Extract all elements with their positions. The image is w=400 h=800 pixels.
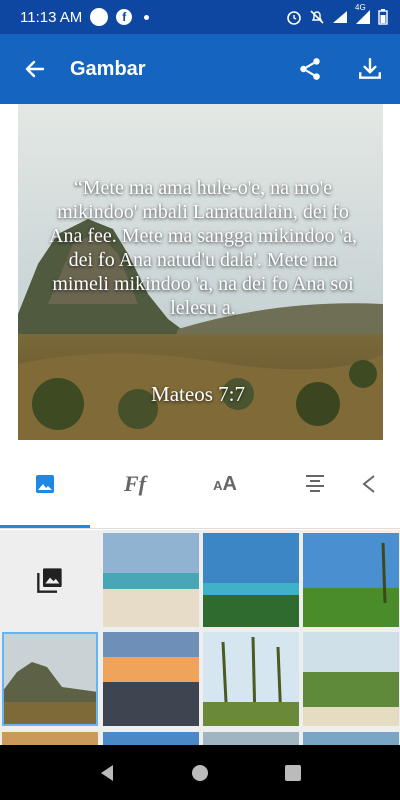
editor-tabs: Ff AA <box>0 441 400 529</box>
battery-icon <box>378 9 388 25</box>
dot-icon <box>144 14 150 20</box>
share-icon <box>300 58 320 80</box>
wifi-icon <box>333 11 347 23</box>
more-tab[interactable] <box>360 441 400 527</box>
nav-recents-icon[interactable] <box>283 763 303 783</box>
align-center-icon <box>306 475 324 492</box>
gallery-thumbnail[interactable] <box>103 533 199 627</box>
gallery-thumbnail[interactable] <box>303 632 399 726</box>
image-icon <box>36 475 54 493</box>
active-tab-indicator <box>0 525 90 528</box>
gallery-thumbnail-selected[interactable] <box>2 632 98 726</box>
align-tab[interactable] <box>270 441 360 527</box>
system-navigation-bar <box>0 745 400 800</box>
font-style-icon: Ff <box>124 471 146 496</box>
tag-icon <box>362 475 375 493</box>
status-time: 11:13 AM <box>20 8 83 26</box>
nav-back-icon[interactable] <box>97 763 117 783</box>
pick-from-gallery-button[interactable] <box>2 533 98 627</box>
gallery-thumbnail[interactable] <box>303 732 399 745</box>
verse-reference: Mateos 7:7 <box>151 382 245 406</box>
font-tab[interactable]: Ff <box>90 441 180 527</box>
gallery-thumbnail[interactable] <box>103 632 199 726</box>
circle-notification-icon <box>90 8 109 26</box>
network-type-label: 4G <box>355 3 366 12</box>
page-title: Gambar <box>70 57 146 80</box>
facebook-icon: f <box>116 9 133 25</box>
download-button[interactable] <box>340 34 400 104</box>
gallery-thumbnail[interactable] <box>203 533 299 627</box>
mute-icon <box>310 10 324 24</box>
app-toolbar: Gambar <box>0 34 400 104</box>
download-icon <box>359 58 381 79</box>
nav-home-icon[interactable] <box>190 763 210 783</box>
text-size-icon: AA <box>213 472 237 495</box>
verse-image-canvas[interactable]: “Mete ma ama hule-o'e, na mo'e mikindoo'… <box>18 104 383 440</box>
gallery-thumbnail[interactable] <box>103 732 199 745</box>
arrow-back-icon <box>25 60 45 78</box>
photo-library-icon <box>37 568 62 593</box>
back-button[interactable] <box>0 34 70 104</box>
text-size-tab[interactable]: AA <box>180 441 270 527</box>
verse-text: “Mete ma ama hule-o'e, na mo'e mikindoo'… <box>49 177 357 319</box>
gallery-thumbnail[interactable] <box>203 632 299 726</box>
image-tab[interactable] <box>0 441 90 527</box>
share-button[interactable] <box>280 34 340 104</box>
alarm-icon <box>287 11 301 25</box>
status-bar: 11:13 AM f 4G <box>0 0 400 34</box>
background-gallery <box>0 530 400 745</box>
gallery-thumbnail[interactable] <box>2 732 98 745</box>
gallery-thumbnail[interactable] <box>203 732 299 745</box>
gallery-thumbnail[interactable] <box>303 533 399 627</box>
